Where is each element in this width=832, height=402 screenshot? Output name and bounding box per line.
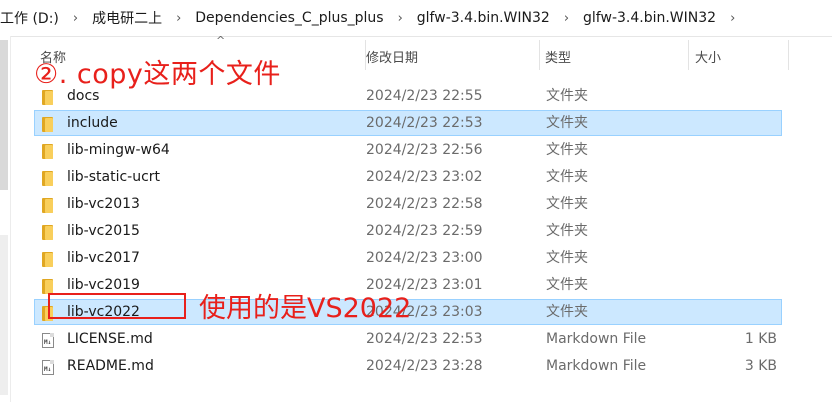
breadcrumb-item-folder-4[interactable]: glfw-3.4.bin.WIN32: [577, 10, 722, 26]
chevron-right-icon[interactable]: ›: [390, 11, 411, 26]
file-type: 文件夹: [546, 169, 588, 185]
markdown-file-icon: M↓: [42, 360, 54, 375]
file-name: lib-static-ucrt: [67, 169, 161, 185]
column-header-size[interactable]: 大小: [689, 36, 789, 76]
folder-icon: [42, 90, 53, 105]
file-name: lib-vc2015: [67, 223, 140, 239]
column-header-type[interactable]: 类型: [539, 36, 689, 76]
file-row[interactable]: lib-mingw-w64 2024/2/23 22:56 文件夹: [34, 137, 782, 163]
file-modified-date: 2024/2/23 23:00: [366, 250, 483, 266]
file-row[interactable]: lib-vc2015 2024/2/23 22:59 文件夹: [34, 218, 782, 244]
file-name: include: [67, 115, 118, 131]
markdown-file-icon: M↓: [42, 333, 54, 348]
file-type: 文件夹: [546, 304, 588, 320]
folder-icon: [42, 225, 53, 240]
file-type: Markdown File: [546, 331, 647, 347]
breadcrumb: 工作 (D:) › 成电研二上 › Dependencies_C_plus_pl…: [0, 0, 832, 37]
file-type: 文件夹: [546, 88, 588, 104]
folder-icon: [42, 279, 53, 294]
annotation-vs-note: 使用的是VS2022: [199, 293, 412, 324]
chevron-right-icon[interactable]: ›: [556, 11, 577, 26]
file-size: 1 KB: [744, 331, 777, 347]
file-type: 文件夹: [546, 142, 588, 158]
column-header-size-label: 大小: [695, 50, 722, 66]
navigation-pane-scrollbar-track[interactable]: [0, 235, 8, 395]
file-row[interactable]: M↓ LICENSE.md 2024/2/23 22:53 Markdown File…: [34, 326, 782, 352]
file-modified-date: 2024/2/23 22:59: [366, 223, 483, 239]
folder-icon: [42, 252, 53, 267]
folder-icon: [42, 117, 53, 132]
file-modified-date: 2024/2/23 23:02: [366, 169, 483, 185]
chevron-right-icon[interactable]: ›: [168, 11, 189, 26]
file-modified-date: 2024/2/23 22:55: [366, 88, 483, 104]
column-header-type-label: 类型: [545, 50, 572, 66]
file-modified-date: 2024/2/23 22:58: [366, 196, 483, 212]
breadcrumb-item-folder-1[interactable]: 成电研二上: [86, 8, 168, 28]
file-row[interactable]: include 2024/2/23 22:53 文件夹: [34, 110, 782, 136]
file-row[interactable]: lib-vc2013 2024/2/23 22:58 文件夹: [34, 191, 782, 217]
chevron-right-icon[interactable]: ›: [722, 11, 743, 26]
annotation-copy-note: ②. copy这两个文件: [34, 59, 281, 90]
file-modified-date: 2024/2/23 22:53: [366, 331, 483, 347]
file-row[interactable]: M↓ README.md 2024/2/23 23:28 Markdown File 3…: [34, 353, 782, 379]
file-name: LICENSE.md: [67, 331, 153, 347]
sort-up-icon: ^: [216, 34, 226, 47]
file-type: Markdown File: [546, 358, 647, 374]
breadcrumb-item-folder-3[interactable]: glfw-3.4.bin.WIN32: [411, 10, 556, 26]
folder-icon: [42, 144, 53, 159]
file-row[interactable]: lib-vc2017 2024/2/23 23:00 文件夹: [34, 245, 782, 271]
file-modified-date: 2024/2/23 23:28: [366, 358, 483, 374]
file-row[interactable]: lib-static-ucrt 2024/2/23 23:02 文件夹: [34, 164, 782, 190]
column-header-modified[interactable]: 修改日期: [360, 36, 540, 76]
column-divider[interactable]: [788, 40, 789, 70]
file-name: README.md: [67, 358, 154, 374]
breadcrumb-item-drive[interactable]: 工作 (D:): [0, 8, 65, 28]
file-type: 文件夹: [546, 196, 588, 212]
folder-icon: [42, 171, 53, 186]
file-type: 文件夹: [546, 223, 588, 239]
file-name: lib-vc2013: [67, 196, 140, 212]
chevron-right-icon[interactable]: ›: [65, 11, 86, 26]
file-name: lib-vc2017: [67, 250, 140, 266]
navigation-pane-scrollbar-thumb[interactable]: [0, 40, 8, 190]
file-modified-date: 2024/2/23 22:53: [366, 115, 483, 131]
breadcrumb-item-folder-2[interactable]: Dependencies_C_plus_plus: [189, 10, 389, 26]
folder-icon: [42, 198, 53, 213]
column-header-modified-label: 修改日期: [366, 50, 419, 66]
file-type: 文件夹: [546, 277, 588, 293]
file-type: 文件夹: [546, 250, 588, 266]
file-modified-date: 2024/2/23 22:56: [366, 142, 483, 158]
file-name: lib-mingw-w64: [67, 142, 170, 158]
file-type: 文件夹: [546, 115, 588, 131]
annotation-highlight-box: [48, 293, 186, 319]
file-size: 3 KB: [744, 358, 777, 374]
